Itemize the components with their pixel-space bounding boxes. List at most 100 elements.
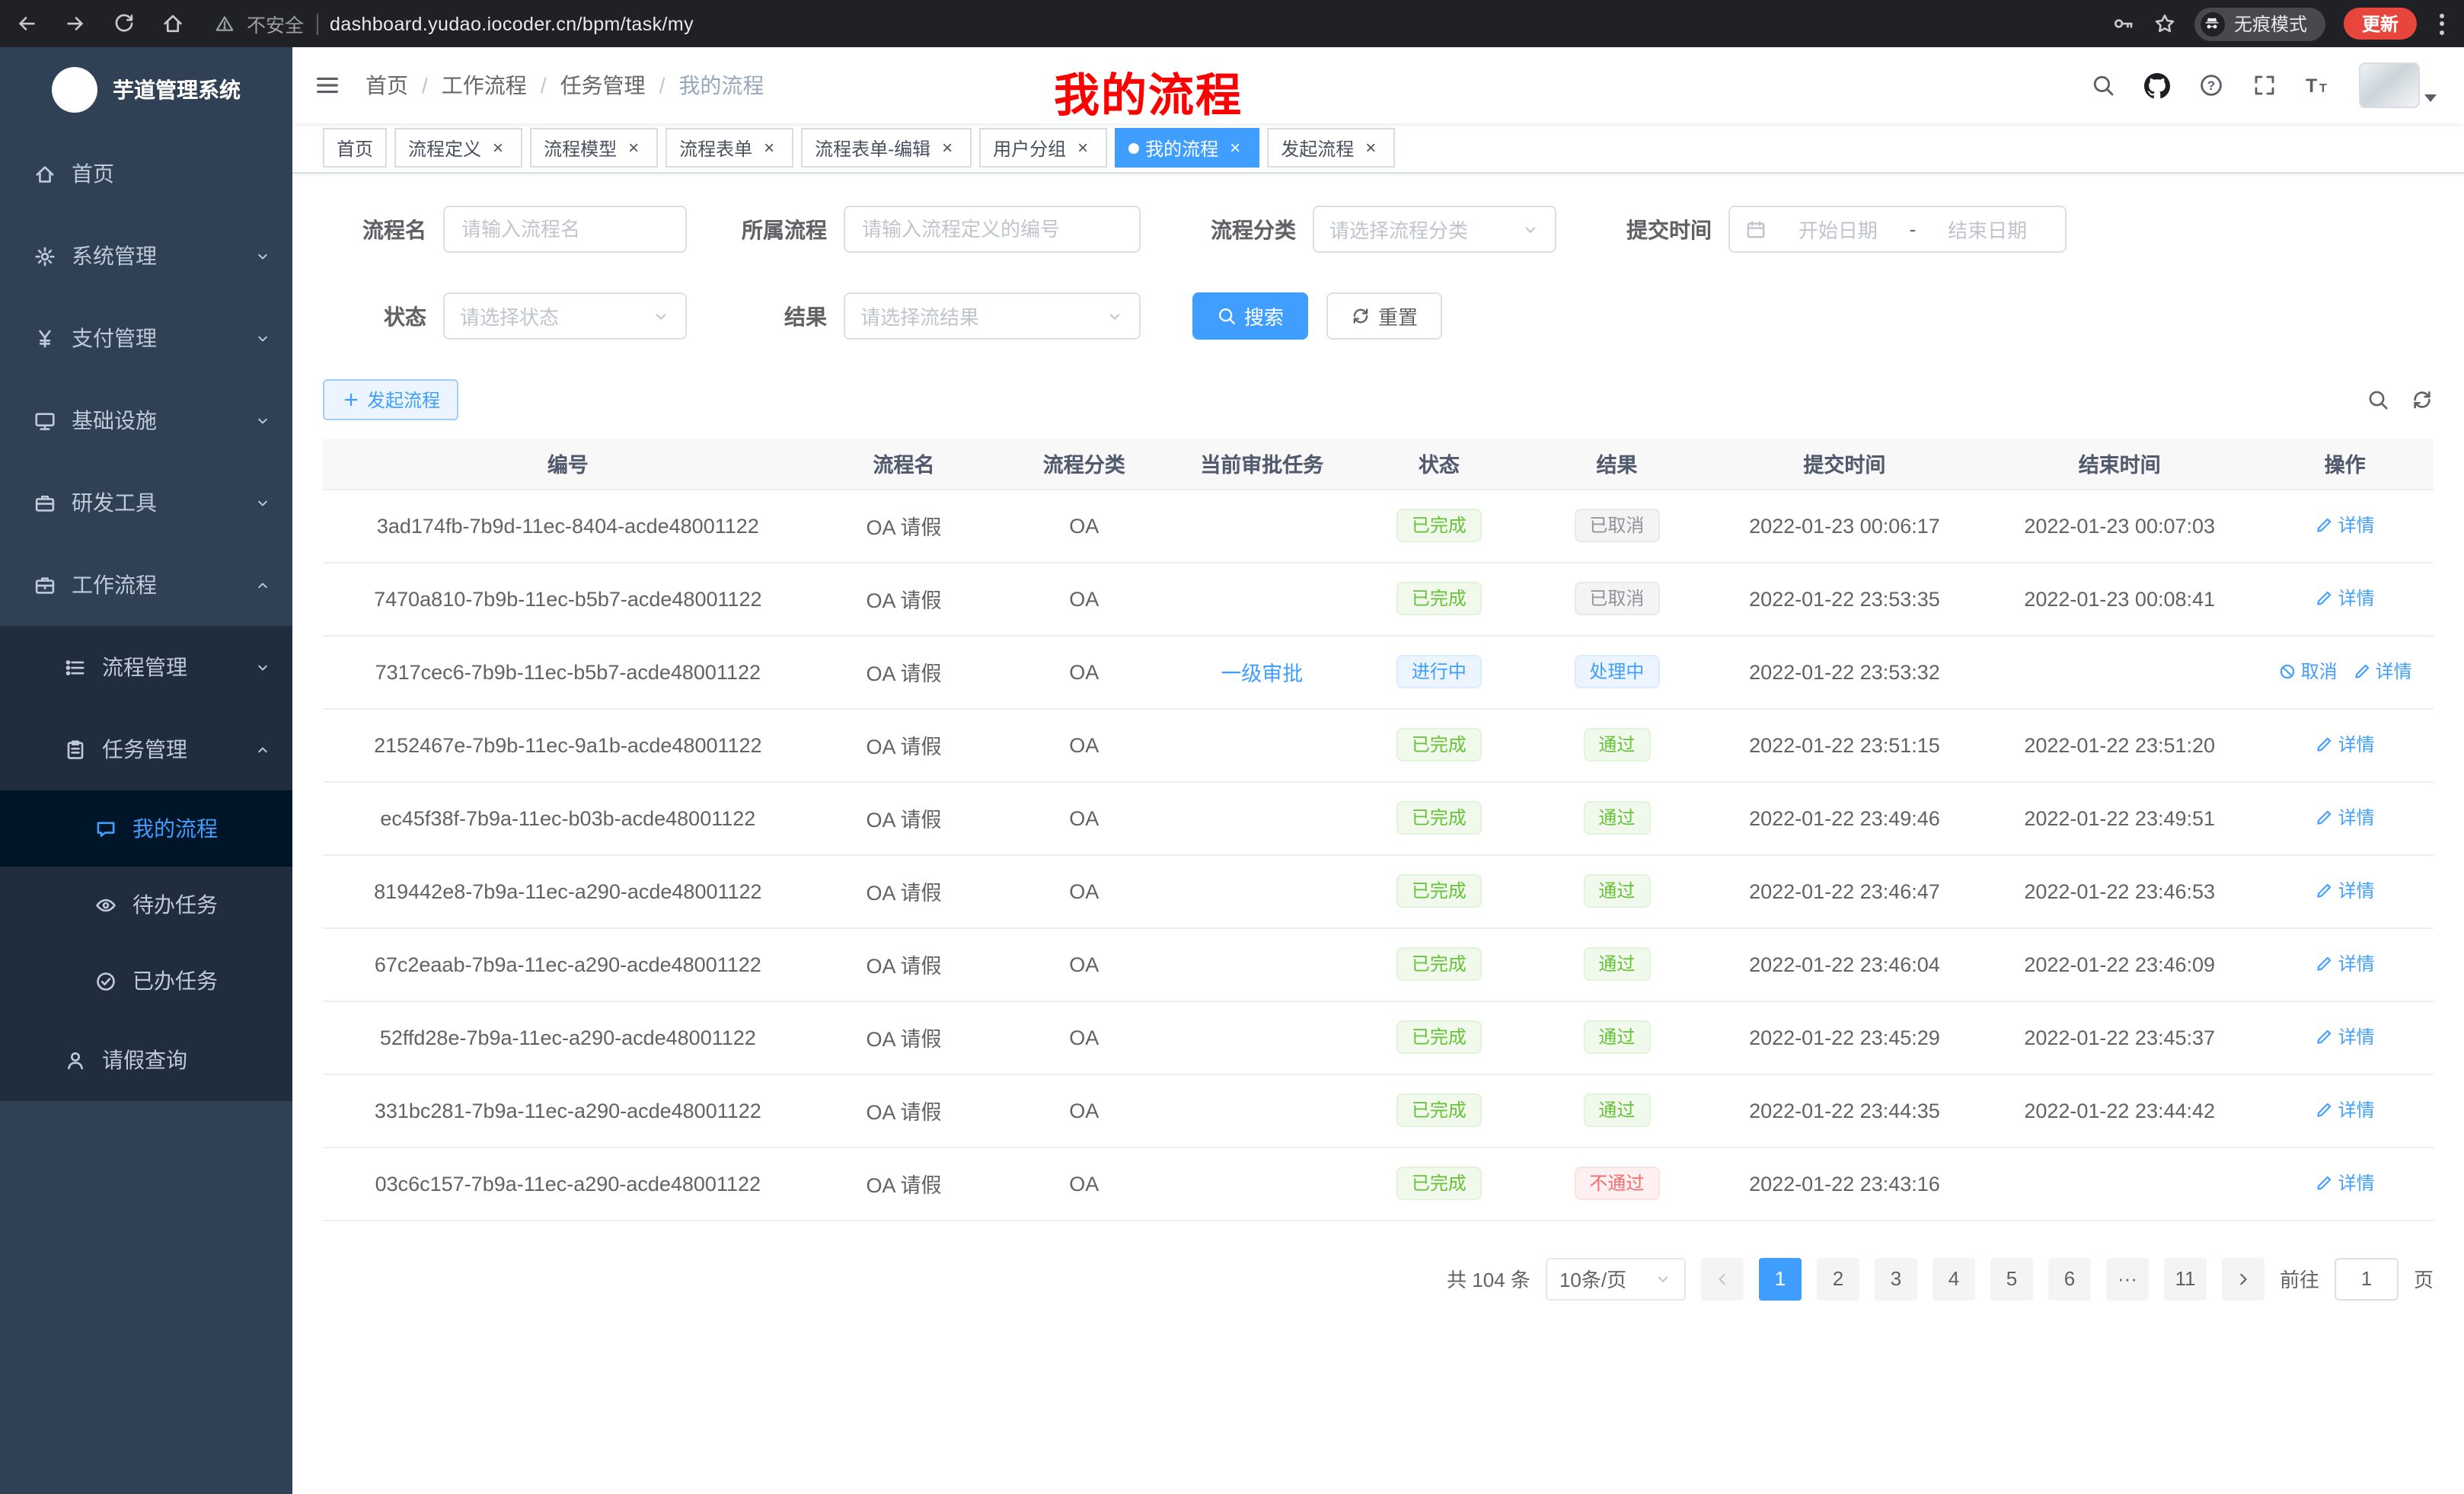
breadcrumb-item[interactable]: 任务管理 xyxy=(560,70,646,101)
search-toggle-icon[interactable] xyxy=(2367,388,2389,411)
search-button[interactable]: 搜索 xyxy=(1192,292,1308,340)
close-icon[interactable]: × xyxy=(1360,137,1381,158)
result-tag: 通过 xyxy=(1583,801,1650,835)
close-icon[interactable]: × xyxy=(937,137,958,158)
page-6-button[interactable]: 6 xyxy=(2048,1257,2091,1300)
status-select[interactable]: 请选择状态 xyxy=(443,292,687,340)
detail-action-link[interactable]: 详情 xyxy=(2316,512,2375,538)
address-bar[interactable]: 不安全 dashboard.yudao.iocoder.cn/bpm/task/… xyxy=(215,9,1145,38)
tab-process-definition[interactable]: 流程定义× xyxy=(394,128,522,168)
process-name-input[interactable] xyxy=(443,206,687,253)
close-icon[interactable]: × xyxy=(623,137,644,158)
caret-down-icon[interactable] xyxy=(2424,94,2437,102)
github-icon[interactable] xyxy=(2144,72,2170,98)
back-icon[interactable] xyxy=(15,12,38,35)
sidebar-item-todo-tasks[interactable]: 待办任务 xyxy=(0,867,292,943)
sidebar-item-done-tasks[interactable]: 已办任务 xyxy=(0,943,292,1019)
tab-process-form-edit[interactable]: 流程表单-编辑× xyxy=(801,128,972,168)
close-icon[interactable]: × xyxy=(758,137,780,158)
page-1-button[interactable]: 1 xyxy=(1759,1257,1802,1300)
start-process-button[interactable]: 发起流程 xyxy=(323,379,458,420)
detail-action-link[interactable]: 详情 xyxy=(2316,1024,2375,1050)
cancel-action-link[interactable]: 取消 xyxy=(2278,659,2338,685)
fontsize-icon[interactable]: TT xyxy=(2306,73,2330,97)
tab-user-group[interactable]: 用户分组× xyxy=(979,128,1107,168)
cell-id: ec45f38f-7b9a-11ec-b03b-acde48001122 xyxy=(323,781,813,854)
page-size-select[interactable]: 10条/页 xyxy=(1546,1257,1686,1300)
sidebar-item-process-management[interactable]: 流程管理 xyxy=(0,626,292,708)
sidebar-item-my-process[interactable]: 我的流程 xyxy=(0,790,292,867)
sidebar-item-home[interactable]: 首页 xyxy=(0,132,292,215)
cell-category: OA xyxy=(994,1074,1173,1147)
status-tag: 已完成 xyxy=(1396,801,1482,835)
more-pages-button[interactable]: ··· xyxy=(2106,1257,2149,1300)
tab-process-form[interactable]: 流程表单× xyxy=(665,128,793,168)
tab-start-process[interactable]: 发起流程× xyxy=(1267,128,1395,168)
browser-update-button[interactable]: 更新 xyxy=(2344,8,2417,40)
result-placeholder: 请选择流结果 xyxy=(860,302,979,330)
cell-result: 已取消 xyxy=(1527,489,1706,562)
key-icon[interactable] xyxy=(2112,12,2135,35)
detail-action-link[interactable]: 详情 xyxy=(2316,805,2375,831)
page-content: 流程名 所属流程 流程分类 请选择流程分类 提交时间 xyxy=(292,174,2464,1300)
prev-page-button[interactable] xyxy=(1701,1257,1744,1300)
search-button-label: 搜索 xyxy=(1244,302,1284,330)
page-2-button[interactable]: 2 xyxy=(1817,1257,1859,1300)
parent-process-input[interactable] xyxy=(844,206,1141,253)
home-nav-icon[interactable] xyxy=(161,12,184,35)
reset-button[interactable]: 重置 xyxy=(1326,292,1442,340)
sidebar-item-system[interactable]: 系统管理 xyxy=(0,215,292,297)
tab-home[interactable]: 首页 xyxy=(323,128,387,168)
goto-page-input[interactable] xyxy=(2335,1257,2399,1300)
close-icon[interactable]: × xyxy=(1072,137,1093,158)
detail-action-link[interactable]: 详情 xyxy=(2316,951,2375,977)
page-11-button[interactable]: 11 xyxy=(2164,1257,2207,1300)
next-page-button[interactable] xyxy=(2222,1257,2265,1300)
search-icon[interactable] xyxy=(2091,73,2115,97)
cell-current-task: 一级审批 xyxy=(1173,635,1351,708)
refresh-icon[interactable] xyxy=(2411,388,2434,411)
cell-submit-time: 2022-01-22 23:46:04 xyxy=(1706,927,1983,1001)
detail-action-link[interactable]: 详情 xyxy=(2316,586,2375,611)
detail-action-link[interactable]: 详情 xyxy=(2316,1097,2375,1123)
close-icon[interactable]: × xyxy=(1224,137,1246,158)
browser-menu-icon[interactable] xyxy=(2435,8,2449,39)
sidebar-collapse-icon[interactable] xyxy=(314,72,341,99)
sidebar-item-task-management[interactable]: 任务管理 xyxy=(0,708,292,790)
result-select[interactable]: 请选择流结果 xyxy=(844,292,1141,340)
forward-icon[interactable] xyxy=(64,12,87,35)
tab-my-process[interactable]: 我的流程× xyxy=(1115,128,1259,168)
breadcrumb-item[interactable]: 工作流程 xyxy=(442,70,527,101)
security-warning-icon[interactable] xyxy=(215,14,235,34)
avatar[interactable] xyxy=(2359,62,2420,108)
sidebar-item-payment[interactable]: 支付管理 xyxy=(0,297,292,379)
submit-time-range-picker[interactable]: 开始日期 - 结束日期 xyxy=(1728,206,2067,253)
cell-submit-time: 2022-01-23 00:06:17 xyxy=(1706,489,1983,562)
detail-action-link[interactable]: 详情 xyxy=(2316,1170,2375,1196)
sidebar-item-infrastructure[interactable]: 基础设施 xyxy=(0,379,292,461)
current-task-link[interactable]: 一级审批 xyxy=(1221,662,1303,685)
sidebar-item-devtools[interactable]: 研发工具 xyxy=(0,461,292,544)
star-icon[interactable] xyxy=(2153,12,2176,35)
filter-row-2: 状态 请选择状态 结果 请选择流结果 搜索 xyxy=(323,292,2434,340)
page-4-button[interactable]: 4 xyxy=(1933,1257,1975,1300)
breadcrumb-item[interactable]: 首页 xyxy=(365,70,408,101)
column-header: 编号 xyxy=(323,439,813,489)
user-menu[interactable] xyxy=(2359,62,2437,108)
close-icon[interactable]: × xyxy=(487,137,509,158)
page-5-button[interactable]: 5 xyxy=(1990,1257,2033,1300)
sidebar-item-leave-query[interactable]: 请假查询 xyxy=(0,1019,292,1101)
tab-process-model[interactable]: 流程模型× xyxy=(530,128,658,168)
detail-action-link[interactable]: 详情 xyxy=(2353,659,2412,685)
detail-action-link[interactable]: 详情 xyxy=(2316,878,2375,904)
detail-action-link[interactable]: 详情 xyxy=(2316,732,2375,758)
help-icon[interactable]: ? xyxy=(2199,73,2223,97)
category-select[interactable]: 请选择流程分类 xyxy=(1313,206,1556,253)
reload-icon[interactable] xyxy=(113,12,136,35)
fullscreen-icon[interactable] xyxy=(2252,73,2277,97)
page-3-button[interactable]: 3 xyxy=(1875,1257,1917,1300)
sidebar-item-workflow[interactable]: 工作流程 xyxy=(0,544,292,626)
page-size-value: 10条/页 xyxy=(1559,1264,1626,1293)
breadcrumb-separator: / xyxy=(422,73,428,97)
chevron-down-icon xyxy=(652,307,670,325)
